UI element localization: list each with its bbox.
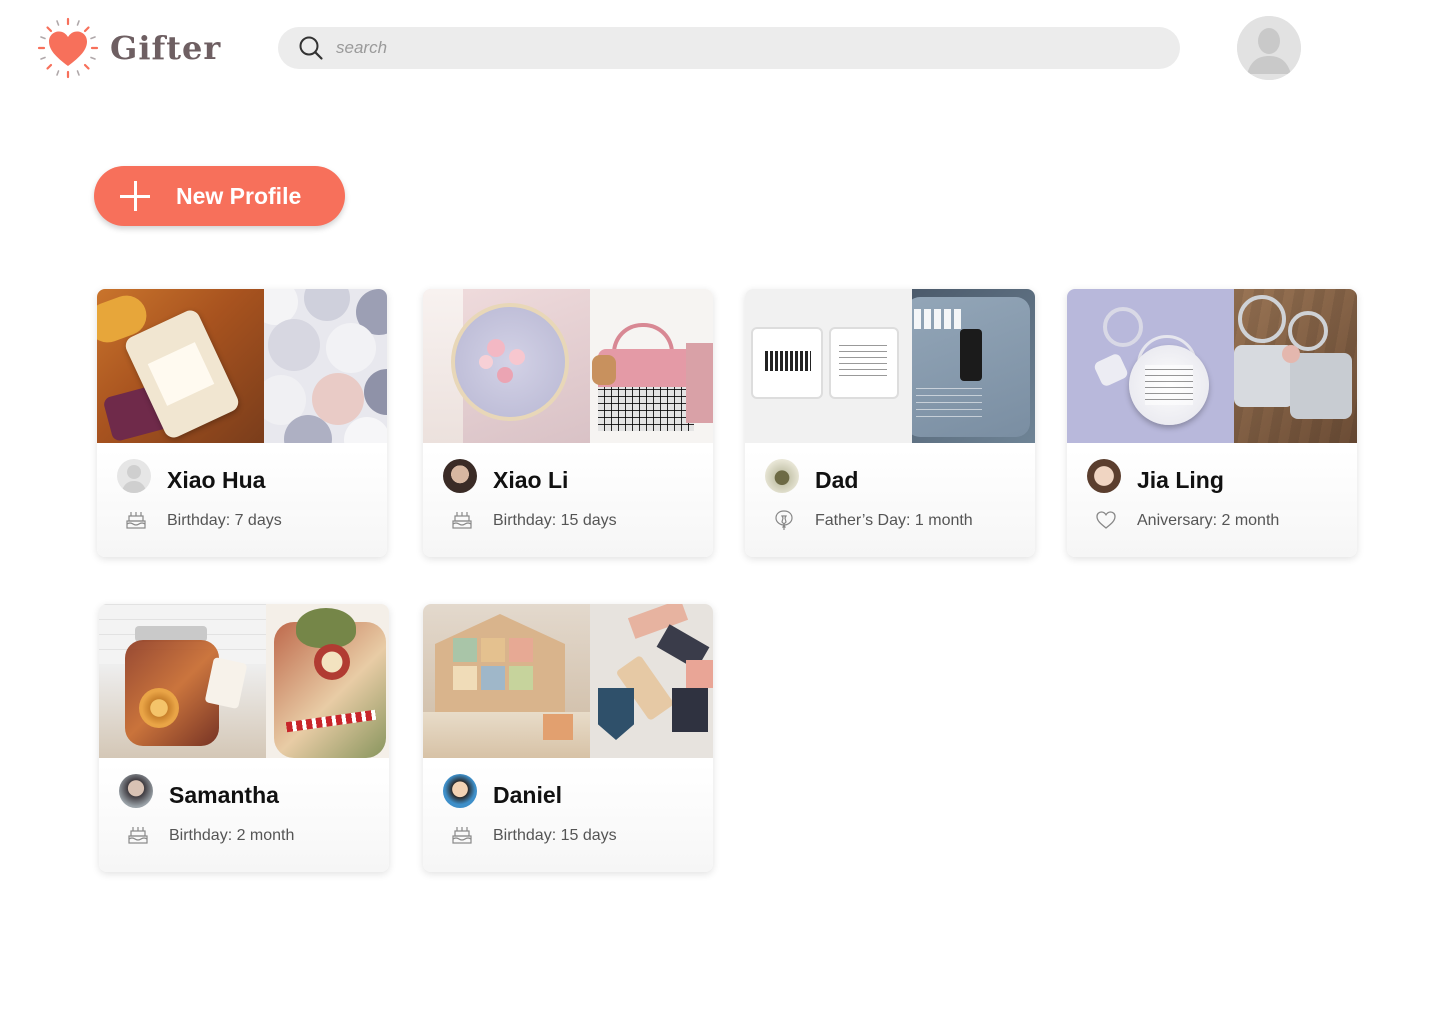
gift-photo-dad-mugs (745, 289, 912, 443)
avatar (119, 774, 153, 808)
gift-images (1067, 289, 1357, 443)
cake-icon (128, 827, 148, 844)
event-countdown: Birthday: 7 days (167, 512, 282, 529)
profile-name: Daniel (493, 782, 563, 808)
user-silhouette-icon (1237, 16, 1301, 80)
tie-balloon-icon (775, 510, 793, 530)
gift-photo-geometric-blocks (590, 604, 713, 758)
avatar (443, 459, 477, 493)
profile-card[interactable]: Daniel Birthday: 15 days (423, 604, 713, 872)
profile-name: Xiao Li (493, 467, 569, 493)
gift-images (99, 604, 389, 758)
profile-name: Dad (815, 467, 859, 493)
avatar (117, 459, 151, 493)
profile-card[interactable]: Xiao Li Birthday: 15 days (423, 289, 713, 557)
cake-icon (452, 512, 472, 529)
gift-photo-dad-pillow (912, 289, 1035, 443)
avatar (765, 459, 799, 493)
avatar (1087, 459, 1121, 493)
gift-images (745, 289, 1035, 443)
profile-name: Samantha (169, 782, 279, 808)
profile-card[interactable]: Jia Ling Aniversary: 2 month (1067, 289, 1357, 557)
new-profile-label: New Profile (176, 182, 302, 209)
profile-card[interactable]: Xiao Hua Birthday: 7 days (97, 289, 387, 557)
gift-photo-puzzle-keychain (1234, 289, 1357, 443)
gift-photo-clay-ornaments (264, 289, 387, 443)
event-countdown: Father’s Day: 1 month (815, 512, 973, 529)
heart-logo-icon (37, 17, 99, 79)
cake-icon (126, 512, 146, 529)
gift-photo-handbag (590, 289, 713, 443)
user-avatar[interactable] (1237, 16, 1301, 80)
plus-icon (120, 181, 150, 211)
gift-photo-wooden-house-blocks (423, 604, 590, 758)
gift-photo-calendar-keychain (1067, 289, 1234, 443)
gift-images (423, 604, 713, 758)
event-countdown: Birthday: 15 days (493, 827, 617, 844)
profile-card[interactable]: Dad Father’s Day: 1 month (745, 289, 1035, 557)
cake-icon (452, 827, 472, 844)
gift-photo-potpourri-jar (99, 604, 266, 758)
user-silhouette-icon (121, 465, 147, 493)
event-countdown: Birthday: 2 month (169, 827, 295, 844)
event-countdown: Birthday: 15 days (493, 512, 617, 529)
profile-card[interactable]: Samantha Birthday: 2 month (99, 604, 389, 872)
profile-name: Jia Ling (1137, 467, 1224, 493)
new-profile-button[interactable]: New Profile (94, 166, 345, 226)
gift-images (423, 289, 713, 443)
app-name: Gifter (110, 29, 222, 67)
gift-photo-embroidery-bag (423, 289, 590, 443)
profile-name: Xiao Hua (167, 467, 266, 493)
avatar (443, 774, 477, 808)
heart-icon (1096, 511, 1116, 529)
search-icon (299, 36, 323, 60)
event-countdown: Aniversary: 2 month (1137, 512, 1280, 529)
gift-images (97, 289, 387, 443)
gift-photo-potpourri-closeup (266, 604, 389, 758)
app-logo[interactable]: Gifter (36, 16, 221, 80)
search-bar[interactable] (278, 27, 1180, 69)
search-input[interactable] (336, 38, 1116, 58)
gift-photo-candle (97, 289, 264, 443)
